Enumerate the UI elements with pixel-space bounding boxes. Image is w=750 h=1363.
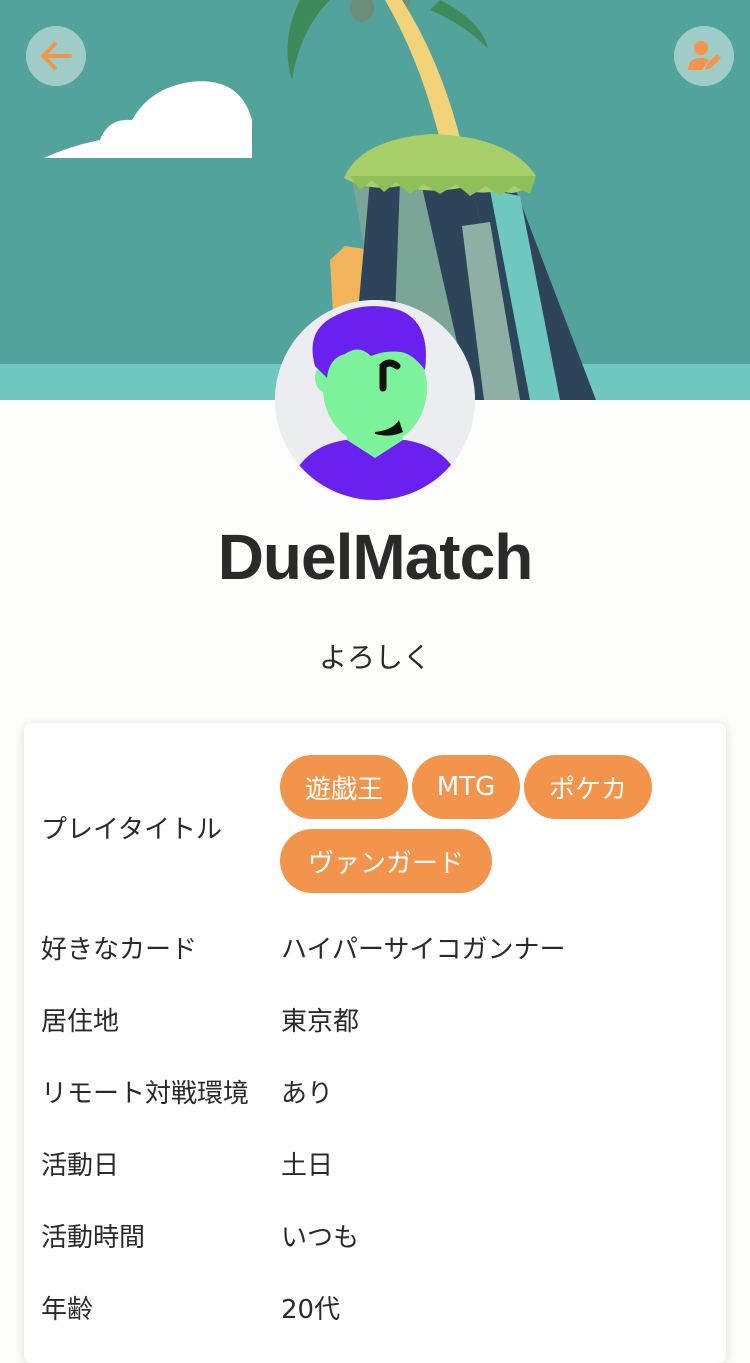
detail-label: 活動時間 [41,1223,146,1253]
detail-value: 土日 [281,1151,334,1181]
detail-label: 好きなカード [41,935,198,965]
detail-label: 年齢 [41,1295,94,1325]
detail-value: ハイパーサイコガンナー [281,935,566,965]
profile-details-card: プレイタイトル 遊戯王 MTG ポケカ ヴァンガード 好きなカード ハイパーサイ… [24,723,726,1363]
back-button[interactable] [26,26,86,86]
play-titles-label: プレイタイトル [41,815,222,845]
username: DuelMatch [217,521,534,593]
bio-text: よろしく [318,641,431,674]
detail-label: 活動日 [41,1151,120,1181]
play-titles-row: プレイタイトル 遊戯王 MTG ポケカ ヴァンガード [24,723,726,903]
arrow-left-icon [41,42,72,70]
title-chip[interactable]: 遊戯王 [280,755,408,819]
title-chip[interactable]: MTG [412,755,520,819]
avatar [275,300,475,500]
edit-profile-button[interactable] [674,26,734,86]
detail-label: リモート対戦環境 [41,1079,250,1109]
avatar-illustration [275,300,475,500]
title-chip[interactable]: ヴァンガード [280,829,492,893]
detail-value: いつも [281,1223,360,1253]
detail-value: あり [281,1079,334,1109]
user-edit-icon [688,41,721,70]
detail-value: 20代 [281,1295,341,1325]
detail-label: 居住地 [41,1007,120,1037]
title-chip[interactable]: ポケカ [524,755,652,819]
detail-value: 東京都 [281,1007,360,1037]
